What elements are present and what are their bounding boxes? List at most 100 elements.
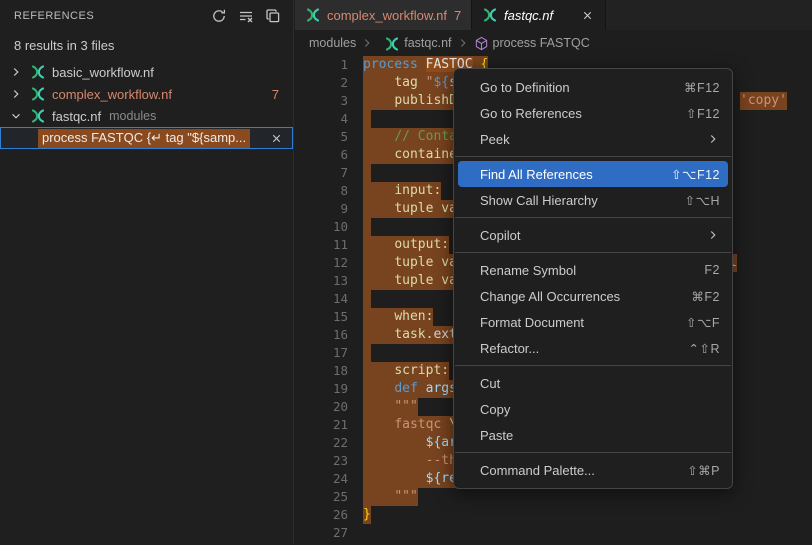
code-token: [363, 93, 394, 108]
breadcrumb-item[interactable]: process FASTQC: [474, 36, 590, 51]
code-token: [363, 147, 394, 162]
menu-item-shortcut: ⇧⌘P: [687, 463, 720, 478]
menu-item-show-call-hierarchy[interactable]: Show Call Hierarchy⇧⌥H: [454, 187, 732, 213]
sidebar-file-item[interactable]: fastqc.nfmodules: [0, 105, 293, 127]
code-token: tag: [394, 75, 417, 90]
menu-item-label: Go to References: [480, 106, 582, 121]
code-token: script:: [394, 363, 449, 378]
nextflow-file-icon: [30, 108, 46, 124]
tab-bar: complex_workflow.nf7 fastqc.nf: [295, 0, 812, 30]
chevron-down-icon[interactable]: [8, 108, 24, 124]
line-number: 6: [295, 146, 348, 164]
menu-item-paste[interactable]: Paste: [454, 422, 732, 448]
sidebar-file-item[interactable]: complex_workflow.nf7: [0, 83, 293, 105]
code-line[interactable]: 27: [295, 524, 812, 542]
code-token: [363, 129, 394, 144]
line-number: 2: [295, 74, 348, 92]
nextflow-file-icon: [482, 7, 498, 23]
code-line-text: """: [363, 488, 418, 506]
menu-item-shortcut: ⇧⌥H: [685, 193, 720, 208]
menu-item-rename-symbol[interactable]: Rename SymbolF2: [454, 257, 732, 283]
code-token: [363, 363, 394, 378]
menu-item-refactor[interactable]: Refactor...⌃⇧R: [454, 335, 732, 361]
line-number: 26: [295, 506, 348, 524]
chevron-right-icon[interactable]: [8, 86, 24, 102]
code-line[interactable]: 25 """: [295, 488, 812, 506]
code-line-text: output:: [363, 236, 449, 254]
line-number: 5: [295, 128, 348, 146]
menu-item-label: Paste: [480, 428, 513, 443]
menu-item-go-to-definition[interactable]: Go to Definition⌘F12: [454, 74, 732, 100]
code-token: ${: [433, 75, 449, 90]
menu-item-change-all-occurrences[interactable]: Change All Occurrences ⌘F2: [454, 283, 732, 309]
close-icon[interactable]: [579, 7, 595, 23]
line-number: 1: [295, 56, 348, 74]
nextflow-file-icon: [305, 7, 321, 23]
chevron-right-icon: [360, 36, 374, 50]
code-line[interactable]: 26}: [295, 506, 812, 524]
menu-item-shortcut: F2: [704, 263, 720, 277]
code-token: [363, 255, 394, 270]
tab-label: complex_workflow.nf: [327, 8, 447, 23]
menu-item-label: Change All Occurrences: [480, 289, 620, 304]
code-token: [363, 201, 394, 216]
menu-item-cut[interactable]: Cut: [454, 370, 732, 396]
menu-item-format-document[interactable]: Format Document⇧⌥F: [454, 309, 732, 335]
code-line-text: }: [363, 506, 371, 524]
line-number: 9: [295, 200, 348, 218]
code-token: task: [394, 327, 425, 342]
breadcrumb-item[interactable]: modules: [309, 36, 356, 50]
submenu-chevron-icon: [706, 132, 720, 146]
vscode-window: REFERENCES 8 results in 3 files basic_wo…: [0, 0, 812, 545]
file-path-description: modules: [109, 109, 156, 123]
selection-highlight: }: [363, 506, 371, 524]
menu-item-find-all-references[interactable]: Find All References⇧⌥F12: [458, 161, 728, 187]
tab-fastqc-nf[interactable]: fastqc.nf: [472, 0, 606, 30]
code-line-text: [363, 290, 371, 308]
code-token: fastqc: [394, 417, 441, 432]
tab-label: fastqc.nf: [504, 8, 553, 23]
code-token: [363, 453, 426, 468]
line-number: 15: [295, 308, 348, 326]
code-token: [363, 417, 394, 432]
tab-complex_workflow-nf[interactable]: complex_workflow.nf7: [295, 0, 472, 30]
line-number: 10: [295, 218, 348, 236]
references-panel-header: REFERENCES: [0, 0, 293, 32]
breadcrumb-label: modules: [309, 36, 356, 50]
selection-highlight: input:: [363, 182, 441, 200]
menu-item-go-to-references[interactable]: Go to References⇧F12: [454, 100, 732, 126]
sidebar-file-item[interactable]: basic_workflow.nf: [0, 61, 293, 83]
menu-item-shortcut: ⇧⌥F: [686, 315, 720, 330]
references-panel: REFERENCES 8 results in 3 files basic_wo…: [0, 0, 294, 545]
menu-separator: [455, 156, 731, 157]
copy-icon[interactable]: [263, 6, 283, 26]
line-number: 13: [295, 272, 348, 290]
code-token: """: [394, 489, 417, 504]
code-token: [418, 57, 426, 72]
code-line-text: when:: [363, 308, 433, 326]
breadcrumb: modules fastqc.nf process FASTQC: [295, 30, 812, 56]
menu-item-command-palette[interactable]: Command Palette... ⇧⌘P: [454, 457, 732, 483]
line-number: 23: [295, 452, 348, 470]
breadcrumb-item[interactable]: fastqc.nf: [378, 36, 451, 51]
code-token: def: [394, 381, 417, 396]
refresh-icon[interactable]: [209, 6, 229, 26]
menu-item-shortcut: ⇧⌥F12: [671, 167, 720, 182]
code-line-text: input:: [363, 182, 441, 200]
chevron-right-icon[interactable]: [8, 64, 24, 80]
code-token: [363, 75, 394, 90]
nextflow-file-icon: [30, 64, 46, 80]
code-token: [363, 489, 394, 504]
menu-item-copilot[interactable]: Copilot: [454, 222, 732, 248]
menu-item-copy[interactable]: Copy: [454, 396, 732, 422]
code-line-text: [363, 164, 371, 182]
code-token: process: [363, 57, 418, 72]
clear-all-icon[interactable]: [236, 6, 256, 26]
line-number: 25: [295, 488, 348, 506]
dismiss-icon[interactable]: [268, 130, 284, 146]
menu-item-peek[interactable]: Peek: [454, 126, 732, 152]
menu-item-label: Command Palette...: [480, 463, 595, 478]
line-number: 17: [295, 344, 348, 362]
reference-result-item[interactable]: process FASTQC {↵ tag "${samp...: [0, 127, 293, 149]
menu-item-shortcut: ⌘F2: [691, 289, 720, 304]
